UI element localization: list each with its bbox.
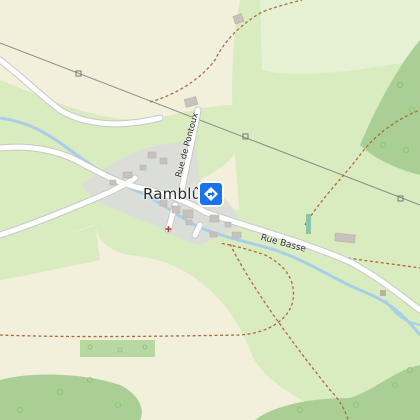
meadow-area — [260, 0, 420, 75]
location-marker[interactable] — [197, 180, 225, 208]
small-structure — [380, 290, 386, 296]
forest-area — [0, 374, 142, 420]
water-tank — [306, 214, 311, 234]
map-canvas[interactable]: ✚ — [0, 0, 420, 420]
poi-icon: ✚ — [165, 225, 172, 234]
map-view[interactable]: ✚ Ramblûze Rue Basse Rue de Pontoux — [0, 0, 420, 420]
directions-diamond-icon — [198, 181, 224, 207]
